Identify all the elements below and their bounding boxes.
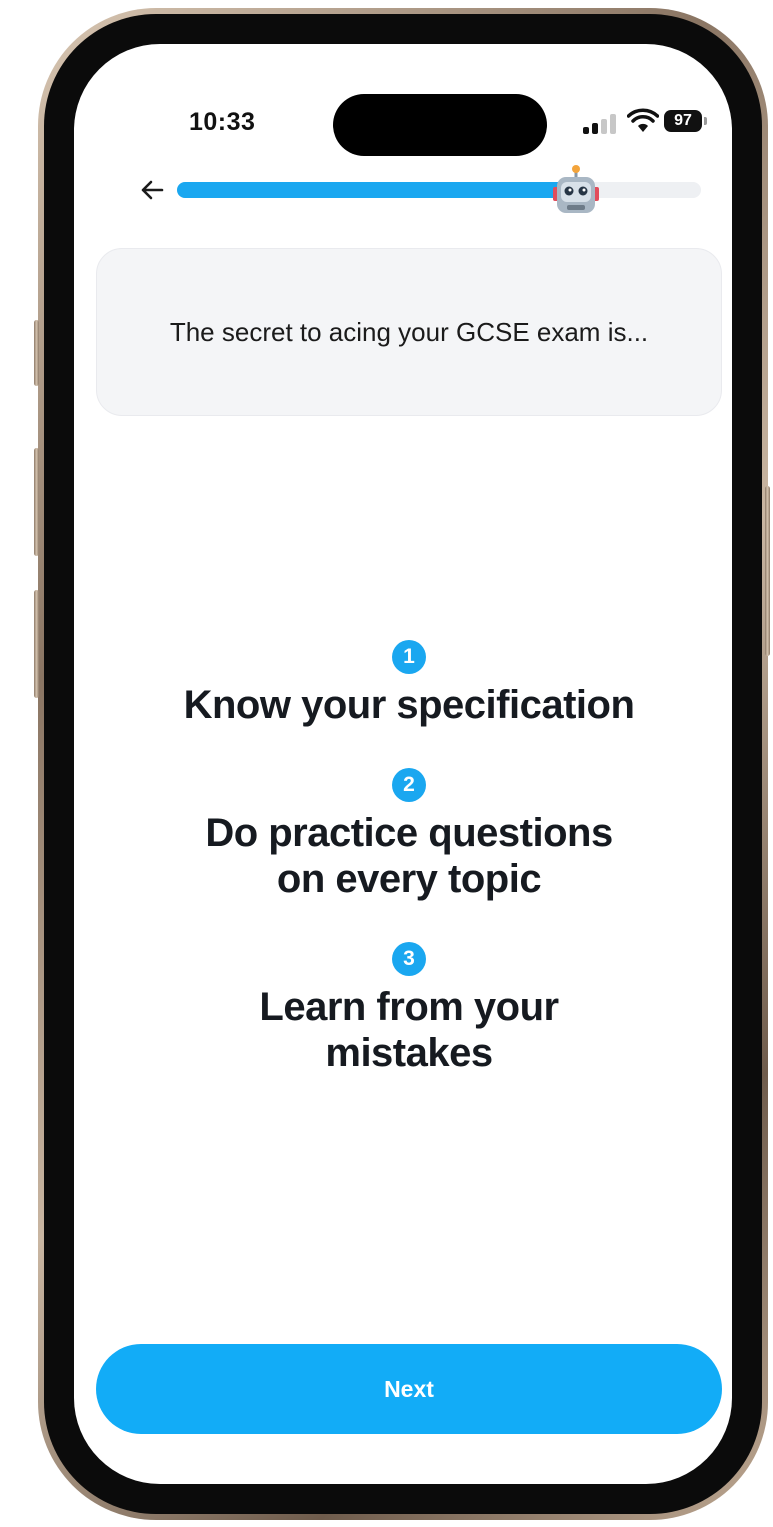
wifi-icon — [627, 108, 659, 132]
tips-list: 1 Know your specification 2 Do practice … — [74, 640, 732, 1116]
tip-item: 1 Know your specification — [74, 640, 732, 728]
tip-number-badge: 1 — [392, 640, 426, 674]
question-card: The secret to acing your GCSE exam is... — [96, 248, 722, 416]
tip-text: Do practice questions on every topic — [205, 811, 613, 901]
battery-icon: 97 — [664, 110, 702, 132]
robot-icon — [553, 165, 599, 213]
tip-number-badge: 3 — [392, 942, 426, 976]
status-time: 10:33 — [189, 108, 256, 136]
phone-bezel: 10:33 97 The secret to acing your GCSE e… — [44, 14, 762, 1514]
back-arrow-icon[interactable] — [132, 170, 172, 210]
progress-bar — [177, 182, 701, 198]
progress-bar-fill — [177, 182, 576, 198]
tip-number-badge: 2 — [392, 768, 426, 802]
next-button[interactable]: Next — [96, 1344, 722, 1434]
battery-tip — [704, 117, 707, 125]
cellular-signal-icon — [583, 114, 623, 134]
tip-item: 3 Learn from your mistakes — [74, 942, 732, 1076]
tip-text: Learn from your mistakes — [259, 985, 559, 1075]
tip-item: 2 Do practice questions on every topic — [74, 768, 732, 902]
power-button — [765, 486, 770, 656]
screen: 10:33 97 The secret to acing your GCSE e… — [74, 44, 732, 1484]
phone-frame: 10:33 97 The secret to acing your GCSE e… — [34, 8, 770, 1520]
dynamic-island — [333, 94, 547, 156]
volume-up-button — [34, 448, 39, 556]
question-text: The secret to acing your GCSE exam is... — [169, 317, 649, 347]
volume-down-button — [34, 590, 39, 698]
tip-text: Know your specification — [183, 683, 635, 727]
action-button — [34, 320, 39, 386]
